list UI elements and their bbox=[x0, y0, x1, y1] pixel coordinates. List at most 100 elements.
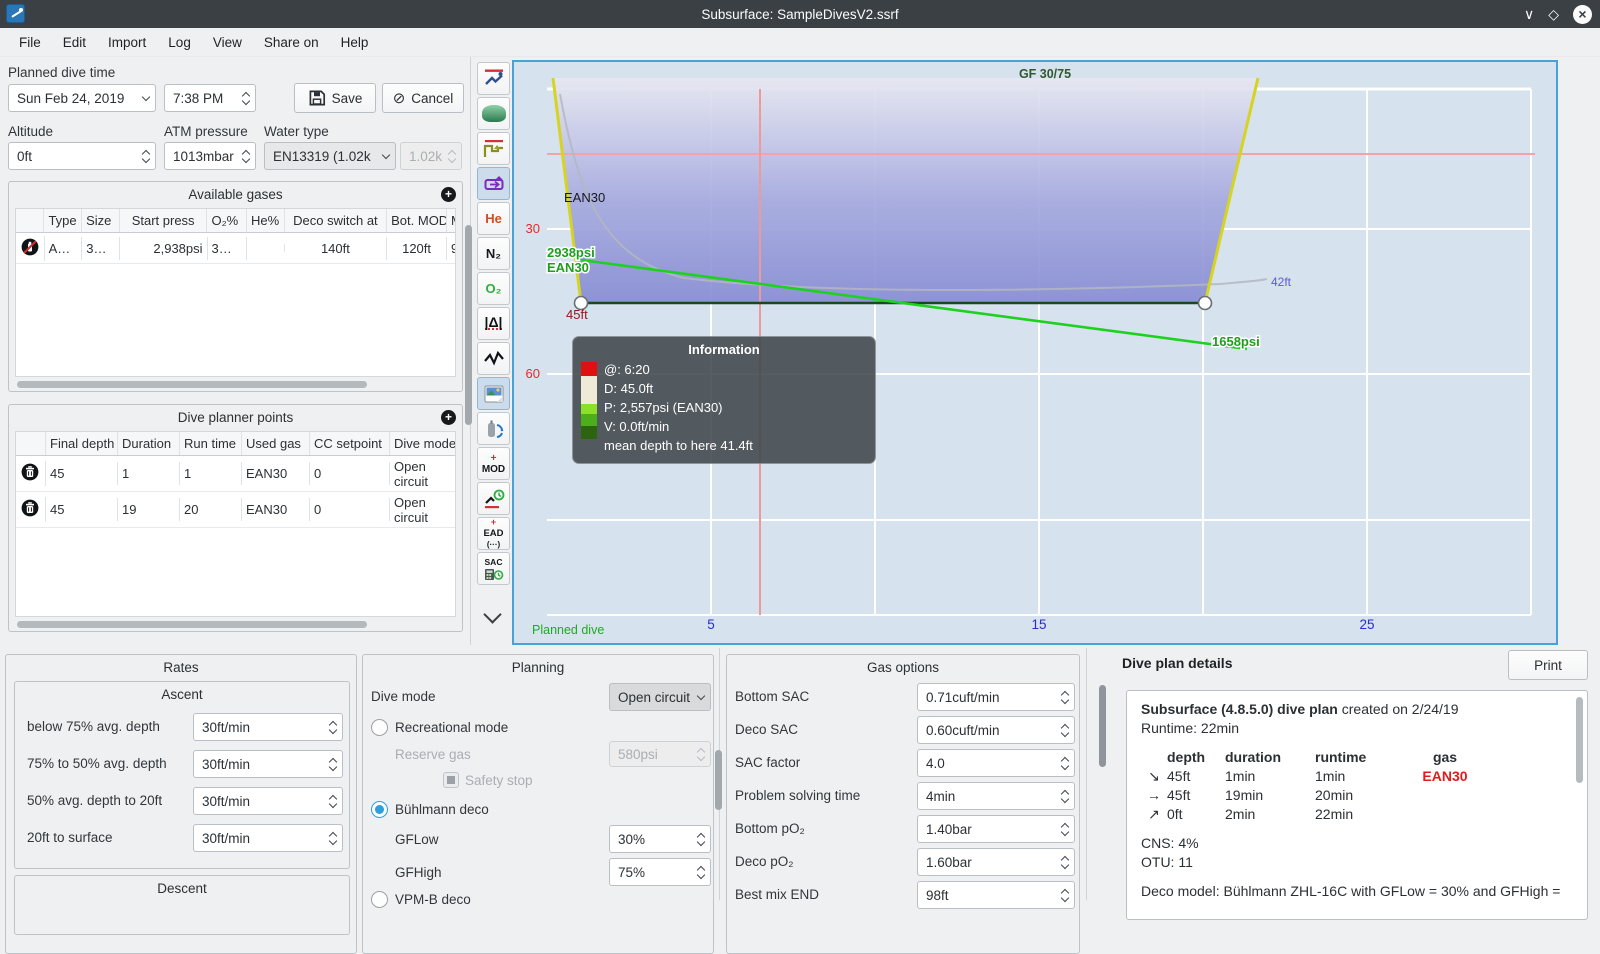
gas-mnd[interactable]: 98f bbox=[447, 237, 455, 260]
menu-edit[interactable]: Edit bbox=[52, 35, 97, 50]
print-button[interactable]: Print bbox=[1508, 650, 1588, 680]
points-table[interactable]: Final depth Duration Run time Used gas C… bbox=[15, 431, 456, 617]
diver-speed-button[interactable] bbox=[477, 62, 510, 95]
col-duration[interactable]: Duration bbox=[118, 432, 180, 455]
heart-rate-button[interactable] bbox=[477, 342, 510, 375]
point-mode[interactable]: Open circuit bbox=[390, 491, 455, 529]
gases-table[interactable]: Type Size Start press O₂% He% Deco switc… bbox=[15, 208, 456, 377]
point-mode[interactable]: Open circuit bbox=[390, 455, 455, 493]
spinner-arrows-icon[interactable] bbox=[324, 714, 342, 740]
recreational-mode-radio[interactable] bbox=[371, 719, 388, 736]
ceiling-button[interactable] bbox=[477, 132, 510, 165]
gas-change-button[interactable] bbox=[477, 412, 510, 445]
pane-vscrollbar[interactable] bbox=[465, 225, 472, 425]
menu-file[interactable]: File bbox=[8, 35, 52, 50]
deco-po2-field[interactable]: 1.60bar bbox=[917, 848, 1075, 876]
gas-bot-mod[interactable]: 120ft bbox=[387, 236, 447, 260]
spinner-arrows-icon[interactable] bbox=[692, 859, 710, 885]
rate-field-3[interactable]: 30ft/min bbox=[193, 787, 343, 815]
buhlmann-deco-radio[interactable] bbox=[371, 801, 388, 818]
sac-factor-field[interactable]: 4.0 bbox=[917, 749, 1075, 777]
point-gas[interactable]: EAN30 bbox=[242, 498, 310, 521]
col-run-time[interactable]: Run time bbox=[180, 432, 242, 455]
oxygen-graph-button[interactable]: O₂ bbox=[477, 272, 510, 305]
col-o2[interactable]: O₂% bbox=[207, 209, 247, 232]
spinner-arrows-icon[interactable] bbox=[1056, 849, 1074, 875]
planned-dive-tab[interactable]: Planned dive bbox=[532, 623, 604, 637]
gas-in-use-icon[interactable] bbox=[21, 238, 39, 256]
dive-mode-select[interactable]: Open circuit bbox=[609, 683, 711, 711]
gfhigh-field[interactable]: 75% bbox=[609, 858, 711, 886]
spinner-arrows-icon[interactable] bbox=[1056, 783, 1074, 809]
spinner-arrows-icon[interactable] bbox=[324, 751, 342, 777]
bottom-sac-field[interactable]: 0.71cuft/min bbox=[917, 683, 1075, 711]
gas-deco-switch[interactable]: 140ft bbox=[285, 236, 388, 260]
spinner-arrows-icon[interactable] bbox=[324, 788, 342, 814]
spinner-arrows-icon[interactable] bbox=[324, 825, 342, 851]
dive-profile-panel[interactable]: GF 30/75 30 60 5 15 25 EAN30 2938psi EAN… bbox=[512, 60, 1558, 645]
problem-time-field[interactable]: 4min bbox=[917, 782, 1075, 810]
waypoint-handle[interactable] bbox=[1197, 295, 1213, 311]
gflow-field[interactable]: 30% bbox=[609, 825, 711, 853]
dive-plan-text[interactable]: Subsurface (4.8.5.0) dive plan created o… bbox=[1126, 690, 1588, 920]
point-depth[interactable]: 45 bbox=[46, 462, 118, 485]
spinner-arrows-icon[interactable] bbox=[237, 85, 255, 111]
best-mix-end-field[interactable]: 98ft bbox=[917, 881, 1075, 909]
dive-date-select[interactable]: Sun Feb 24, 2019 bbox=[8, 84, 156, 112]
point-row[interactable]: 45 19 20 EAN30 0 Open circuit bbox=[16, 492, 455, 528]
point-duration[interactable]: 1 bbox=[118, 462, 180, 485]
spinner-arrows-icon[interactable] bbox=[1056, 684, 1074, 710]
col-type[interactable]: Type bbox=[44, 209, 83, 232]
spinner-arrows-icon[interactable] bbox=[137, 143, 155, 169]
spinner-arrows-icon[interactable] bbox=[237, 143, 255, 169]
nitrogen-graph-button[interactable]: N₂ bbox=[477, 237, 510, 270]
col-bot-mod[interactable]: Bot. MOD bbox=[387, 209, 448, 232]
cancel-button[interactable]: ⊘ Cancel bbox=[382, 83, 464, 113]
photos-button[interactable] bbox=[477, 377, 510, 410]
col-start-press[interactable]: Start press bbox=[120, 209, 208, 232]
point-gas[interactable]: EAN30 bbox=[242, 462, 310, 485]
spinner-arrows-icon[interactable] bbox=[692, 826, 710, 852]
col-he[interactable]: He% bbox=[247, 209, 285, 232]
scroll-down-icon[interactable] bbox=[483, 605, 502, 624]
gas-he[interactable] bbox=[247, 244, 285, 252]
safety-stop-checkbox[interactable] bbox=[443, 772, 459, 788]
delete-point-icon[interactable] bbox=[21, 499, 39, 517]
close-icon[interactable]: × bbox=[1573, 4, 1592, 24]
rate-field-4[interactable]: 30ft/min bbox=[193, 824, 343, 852]
points-hscrollbar[interactable] bbox=[17, 621, 367, 628]
gases-hscrollbar[interactable] bbox=[17, 381, 367, 388]
minimize-icon[interactable]: ∨ bbox=[1524, 7, 1534, 21]
col-dive-mode[interactable]: Dive mode bbox=[390, 432, 455, 455]
point-runtime[interactable]: 1 bbox=[180, 462, 242, 485]
deco-sac-field[interactable]: 0.60cuft/min bbox=[917, 716, 1075, 744]
maximize-icon[interactable]: ◇ bbox=[1548, 7, 1559, 21]
setpoint-button[interactable] bbox=[477, 167, 510, 200]
add-gas-icon[interactable]: + bbox=[441, 187, 456, 202]
col-size[interactable]: Size bbox=[82, 209, 120, 232]
rate-field-1[interactable]: 30ft/min bbox=[193, 713, 343, 741]
rate-field-2[interactable]: 30ft/min bbox=[193, 750, 343, 778]
menu-view[interactable]: View bbox=[202, 35, 253, 50]
point-duration[interactable]: 19 bbox=[118, 498, 180, 521]
dive-time-field[interactable]: 7:38 PM bbox=[164, 84, 256, 112]
save-button[interactable]: Save bbox=[294, 83, 376, 113]
col-final-depth[interactable]: Final depth bbox=[46, 432, 118, 455]
gas-row[interactable]: A… 3… 2,938psi 3… 140ft 120ft 98f bbox=[16, 233, 455, 264]
bottom-po2-field[interactable]: 1.40bar bbox=[917, 815, 1075, 843]
plan-text-vscrollbar[interactable] bbox=[1576, 697, 1583, 783]
mod-button[interactable]: + MOD bbox=[477, 447, 510, 480]
menu-share-on[interactable]: Share on bbox=[253, 35, 330, 50]
col-mnd[interactable]: MN bbox=[447, 209, 455, 232]
point-runtime[interactable]: 20 bbox=[180, 498, 242, 521]
ead-button[interactable]: + EAD (···) bbox=[477, 517, 510, 550]
menu-help[interactable]: Help bbox=[330, 35, 380, 50]
menu-log[interactable]: Log bbox=[157, 35, 202, 50]
planning-vscrollbar[interactable] bbox=[715, 750, 722, 810]
point-setpoint[interactable]: 0 bbox=[310, 462, 390, 485]
menu-import[interactable]: Import bbox=[97, 35, 157, 50]
gas-type[interactable]: A… bbox=[45, 236, 83, 260]
add-point-icon[interactable]: + bbox=[441, 410, 456, 425]
water-type-select[interactable]: EN13319 (1.02k bbox=[264, 142, 396, 170]
helium-graph-button[interactable]: He bbox=[477, 202, 510, 235]
